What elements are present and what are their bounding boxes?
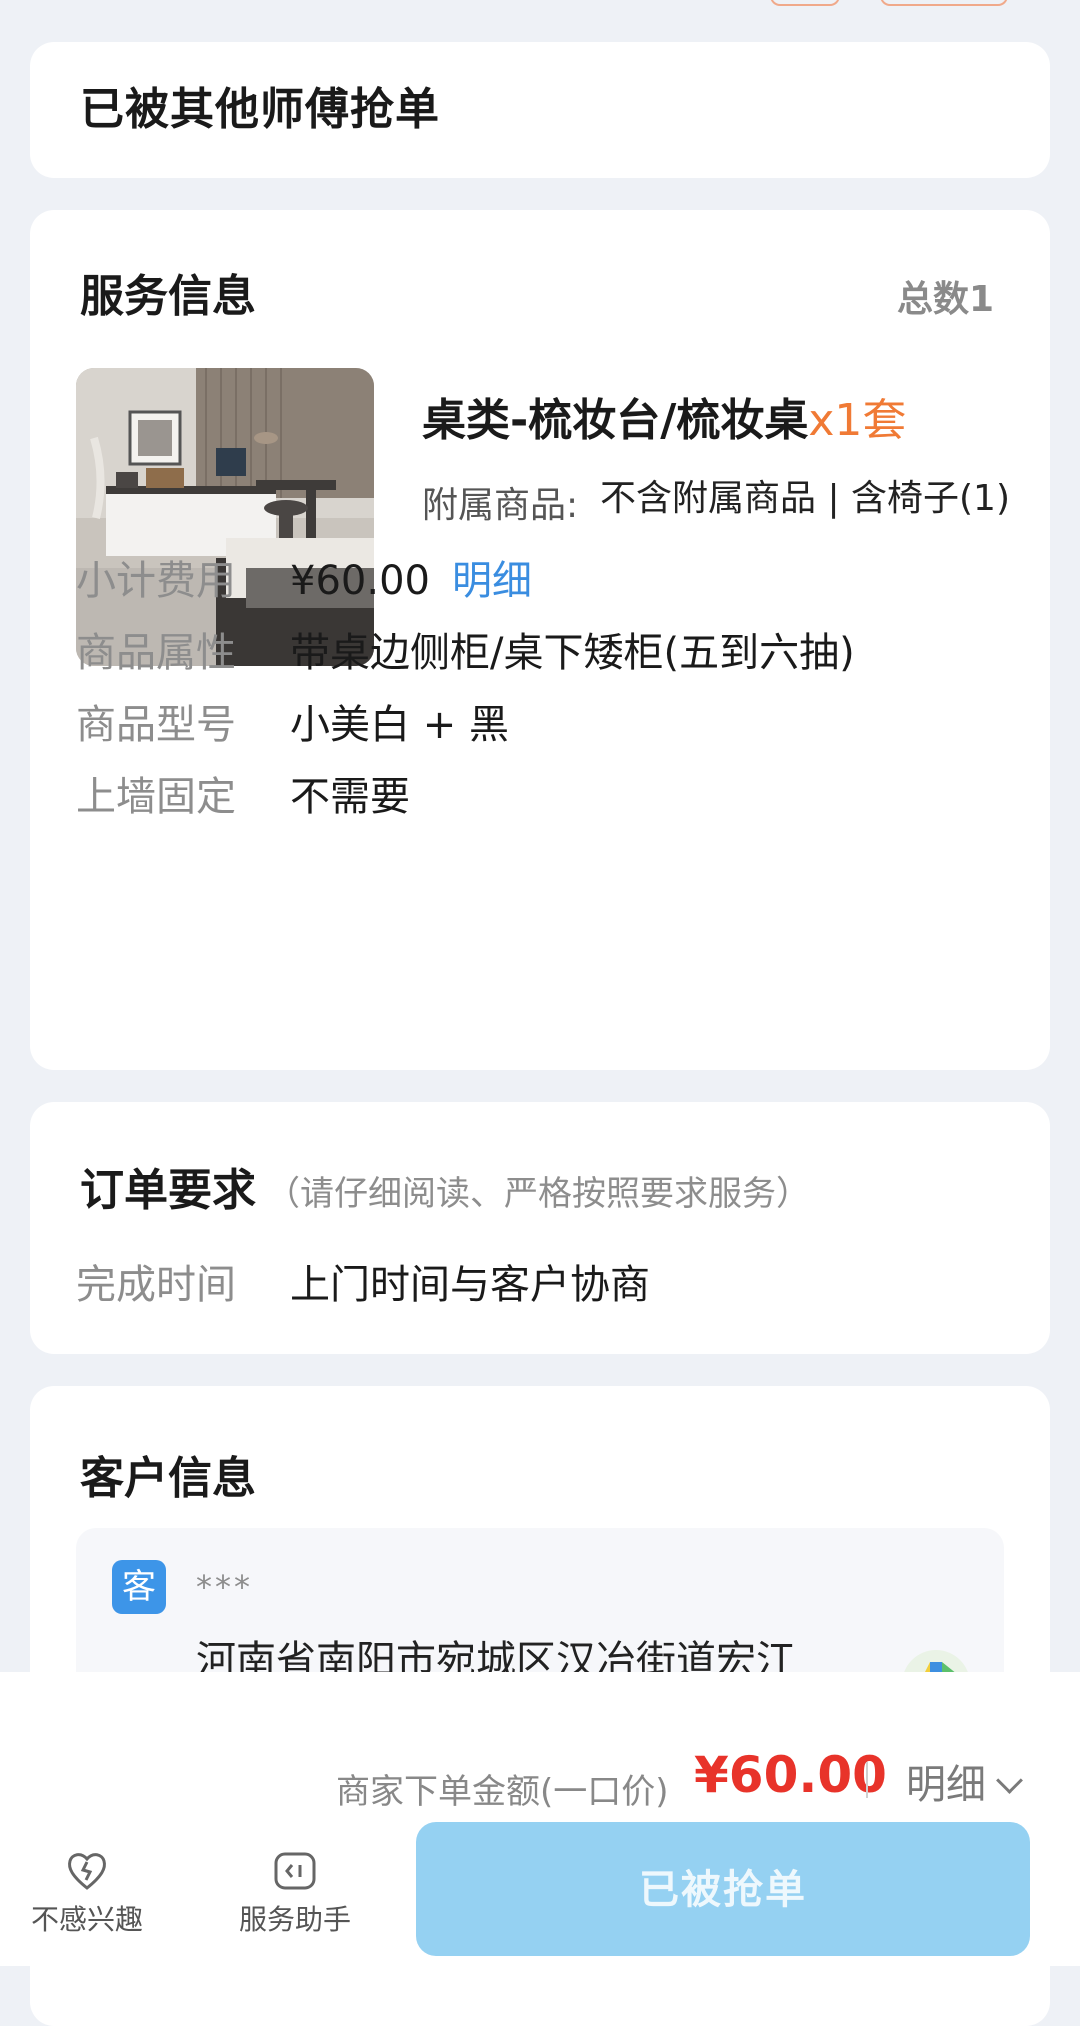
price-value: ¥60.00: [694, 1746, 887, 1804]
row-label: 商品型号: [76, 702, 236, 748]
service-info-card: 服务信息 总数1 桌类-梳妆台/梳妆桌x1套 附属商品: 不含附属商品 | 含椅…: [30, 210, 1050, 1070]
row-value: 不需要: [290, 774, 410, 820]
section-title-order: 订单要求 （请仔细阅读、严格按照要求服务）: [80, 1154, 810, 1218]
top-tag-left: [770, 0, 840, 6]
bottom-action-bar: 商家下单金额(一口价) ¥60.00 明细 不感兴趣 服务助手 已被抢单: [0, 1672, 1080, 1966]
status-card: 已被其他师傅抢单: [30, 42, 1050, 178]
addon-value: 不含附属商品 | 含椅子(1): [600, 478, 1011, 519]
row-label: 小计费用: [76, 558, 236, 604]
row-model: 商品型号 小美白 + 黑: [76, 692, 509, 752]
not-interested-button[interactable]: 不感兴趣: [24, 1848, 150, 1938]
total-count: 总数1: [896, 279, 994, 320]
customer-name: ***: [196, 1568, 253, 1606]
top-tag-right: [880, 0, 1008, 6]
row-completion-time: 完成时间 上门时间与客户协商: [76, 1252, 650, 1312]
subtotal-detail-link[interactable]: 明细: [452, 558, 532, 604]
assistant-icon: [232, 1848, 358, 1898]
row-subtotal: 小计费用 ¥60.00 明细: [76, 548, 532, 608]
order-note: （请仔细阅读、严格按照要求服务）: [266, 1174, 810, 1214]
row-label: 上墙固定: [76, 774, 236, 820]
subtotal-value: ¥60.00: [290, 558, 430, 604]
top-tags: [770, 0, 1070, 6]
section-title-service: 服务信息: [80, 271, 256, 322]
row-label: 完成时间: [76, 1262, 236, 1308]
service-assistant-button[interactable]: 服务助手: [232, 1848, 358, 1938]
status-title: 已被其他师傅抢单: [80, 84, 440, 135]
price-line: 商家下单金额(一口价) ¥60.00 明细: [0, 1732, 1080, 1812]
service-assistant-label: 服务助手: [238, 1903, 351, 1936]
order-requirements-card: 订单要求 （请仔细阅读、严格按照要求服务） 完成时间 上门时间与客户协商: [30, 1102, 1050, 1354]
customer-badge: 客: [112, 1560, 166, 1614]
row-attribute: 商品属性 带桌边侧柜/桌下矮柜(五到六抽): [76, 620, 855, 680]
price-detail-label: 明细: [906, 1762, 986, 1808]
price-detail-toggle[interactable]: 明细: [906, 1752, 1023, 1810]
row-value: 小美白 + 黑: [290, 702, 509, 748]
heart-icon: [24, 1848, 150, 1898]
order-title: 订单要求: [80, 1165, 256, 1216]
chevron-down-icon: [996, 1767, 1023, 1794]
not-interested-label: 不感兴趣: [30, 1903, 143, 1936]
addon-label: 附属商品:: [422, 485, 579, 526]
price-divider: [866, 1762, 868, 1798]
row-label: 商品属性: [76, 630, 236, 676]
row-wall-mount: 上墙固定 不需要: [76, 764, 410, 824]
product-name-text: 桌类-梳妆台/梳妆桌: [422, 395, 809, 446]
row-value: 上门时间与客户协商: [290, 1262, 650, 1308]
price-label: 商家下单金额(一口价): [336, 1772, 669, 1812]
product-name: 桌类-梳妆台/梳妆桌x1套: [422, 384, 906, 448]
section-title-customer: 客户信息: [80, 1453, 256, 1504]
product-qty: x1套: [808, 395, 907, 446]
row-value: 带桌边侧柜/桌下矮柜(五到六抽): [290, 630, 855, 676]
grab-order-button[interactable]: 已被抢单: [416, 1822, 1030, 1956]
